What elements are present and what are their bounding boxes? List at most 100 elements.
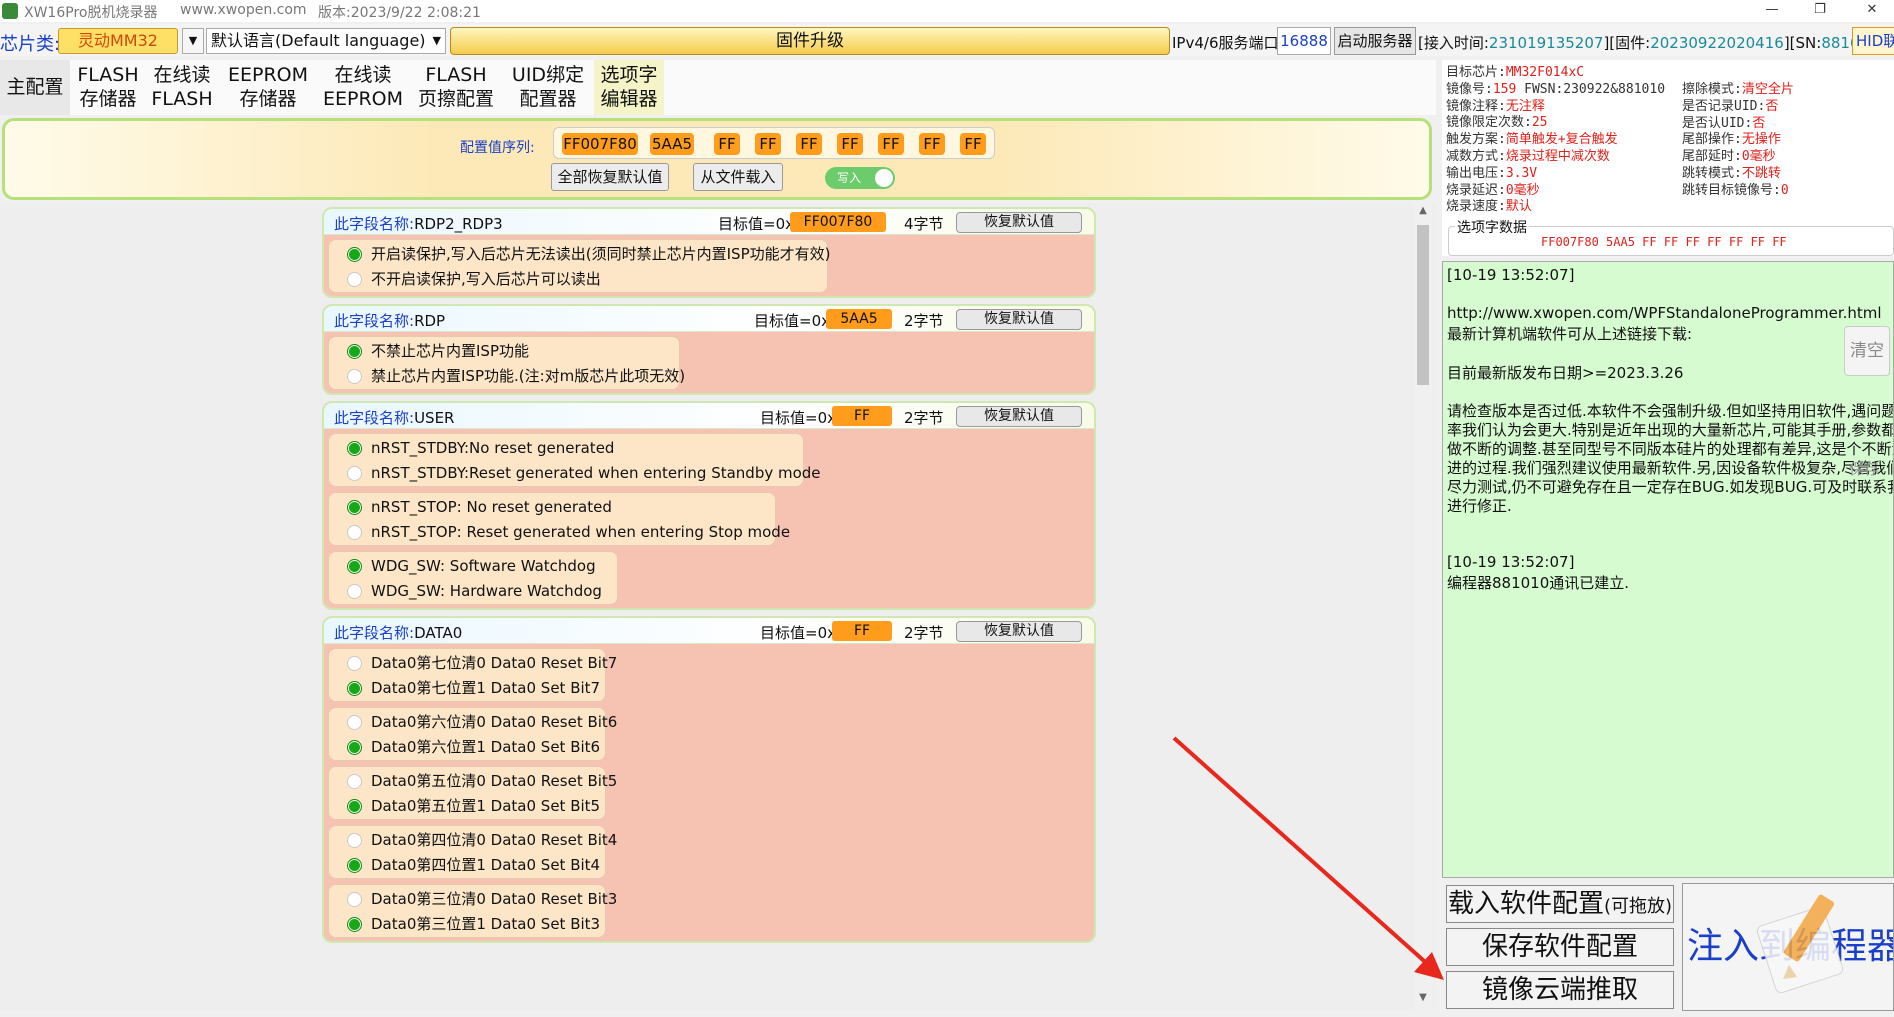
load-config-button[interactable]: 载入软件配置(可拖放) — [1446, 885, 1674, 923]
radio-empty-icon[interactable] — [347, 774, 362, 789]
field-target-value[interactable]: 5AA5 — [826, 309, 892, 329]
tab-flash-memory[interactable]: FLASH 存储器 — [72, 60, 144, 115]
radio-option[interactable]: Data0第六位置1 Data0 Set Bit6 — [329, 734, 607, 760]
radio-option[interactable]: 开启读保护,写入后芯片无法读出(须同时禁止芯片内置ISP功能才有效) — [329, 241, 830, 267]
radio-option-label: Data0第六位清0 Data0 Reset Bit6 — [371, 713, 618, 731]
tab-online-read-flash[interactable]: 在线读 FLASH — [146, 60, 218, 115]
radio-option[interactable]: nRST_STOP: No reset generated — [329, 494, 777, 520]
radio-selected-icon[interactable] — [347, 247, 362, 262]
radio-selected-icon[interactable] — [347, 858, 362, 873]
radio-option-label: nRST_STOP: No reset generated — [371, 498, 612, 516]
tab-eeprom-memory[interactable]: EEPROM 存储器 — [220, 60, 316, 115]
radio-option[interactable]: nRST_STDBY:No reset generated — [329, 435, 805, 461]
firmware-upgrade-button[interactable]: 固件升级 — [450, 27, 1170, 55]
hid-connect-button[interactable]: HID联 — [1852, 27, 1894, 55]
chip-type-select[interactable]: 灵动MM32 — [58, 28, 178, 54]
vertical-scrollbar[interactable]: ▲ ▼ — [1414, 203, 1432, 1010]
close-button[interactable]: ✕ — [1852, 0, 1892, 22]
radio-option[interactable]: WDG_SW: Hardware Watchdog — [329, 578, 619, 604]
radio-option[interactable]: Data0第三位置1 Data0 Set Bit3 — [329, 911, 607, 937]
minimize-button[interactable]: — — [1752, 0, 1792, 22]
radio-empty-icon[interactable] — [347, 833, 362, 848]
radio-option-label: Data0第七位清0 Data0 Reset Bit7 — [371, 654, 618, 672]
restore-all-defaults-button[interactable]: 全部恢复默认值 — [551, 163, 669, 191]
service-port-input[interactable]: 16888 — [1277, 27, 1331, 55]
cloud-fetch-button[interactable]: 镜像云端推取 — [1446, 971, 1674, 1009]
radio-option[interactable]: nRST_STOP: Reset generated when entering… — [329, 519, 790, 545]
radio-option[interactable]: Data0第六位清0 Data0 Reset Bit6 — [329, 709, 617, 735]
radio-option[interactable]: 不开启读保护,写入后芯片可以读出 — [329, 266, 829, 292]
tab-flash-page-erase[interactable]: FLASH 页擦配置 — [410, 60, 502, 115]
radio-option[interactable]: Data0第七位清0 Data0 Reset Bit7 — [329, 650, 617, 676]
radio-empty-icon[interactable] — [347, 466, 362, 481]
radio-option[interactable]: nRST_STDBY:Reset generated when entering… — [329, 460, 821, 486]
tab-label: 编辑器 — [600, 88, 658, 110]
sequence-value[interactable]: FF — [919, 133, 945, 155]
radio-option[interactable]: Data0第四位清0 Data0 Reset Bit4 — [329, 827, 617, 853]
sequence-value[interactable]: FF — [960, 133, 986, 155]
write-toggle[interactable]: 写入 — [825, 167, 895, 189]
radio-option[interactable]: 不禁止芯片内置ISP功能 — [329, 338, 681, 364]
sequence-value[interactable]: FF007F80 — [562, 133, 638, 155]
radio-option[interactable]: Data0第五位置1 Data0 Set Bit5 — [329, 793, 607, 819]
restore-button[interactable]: ❐ — [1800, 0, 1840, 22]
radio-selected-icon[interactable] — [347, 917, 362, 932]
sequence-value[interactable]: FF — [714, 133, 740, 155]
radio-empty-icon[interactable] — [347, 525, 362, 540]
sequence-value[interactable]: FF — [796, 133, 822, 155]
tab-online-read-eeprom[interactable]: 在线读 EEPROM — [318, 60, 408, 115]
tab-label: UID绑定 — [511, 64, 585, 86]
radio-selected-icon[interactable] — [347, 681, 362, 696]
tab-uid-binding[interactable]: UID绑定 配置器 — [504, 60, 592, 115]
radio-option[interactable]: WDG_SW: Software Watchdog — [329, 553, 619, 579]
restore-default-button[interactable]: 恢复默认值 — [956, 309, 1082, 330]
site-url: www.xwopen.com — [180, 2, 307, 18]
option-group: nRST_STDBY:No reset generated nRST_STDBY:… — [328, 433, 821, 487]
radio-option[interactable]: Data0第三位清0 Data0 Reset Bit3 — [329, 886, 617, 912]
restore-default-button[interactable]: 恢复默认值 — [956, 212, 1082, 233]
save-log-label[interactable]: 保存 — [1849, 458, 1879, 479]
start-server-button[interactable]: 启动服务器 — [1334, 27, 1416, 55]
sequence-values: FF007F80 5AA5 FF FF FF FF FF FF FF — [553, 127, 995, 159]
radio-empty-icon[interactable] — [347, 656, 362, 671]
restore-default-button[interactable]: 恢复默认值 — [956, 406, 1082, 427]
chevron-down-icon[interactable]: ▼ — [182, 28, 204, 54]
radio-empty-icon[interactable] — [347, 892, 362, 907]
field-target-label: 目标值=0x — [718, 215, 794, 233]
field-target-value[interactable]: FF — [832, 406, 892, 426]
log-output[interactable]: [10-19 13:52:07] http://www.xwopen.com/WP… — [1442, 261, 1894, 878]
tab-option-byte-editor[interactable]: 选项字 编辑器 — [594, 60, 664, 115]
load-from-file-button[interactable]: 从文件载入 — [693, 163, 783, 191]
option-group: nRST_STOP: No reset generated nRST_STOP: … — [328, 492, 790, 546]
language-select[interactable]: 默认语言(Default language) ▼ — [206, 28, 446, 54]
field-name: 此字段名称:RDP2_RDP3 — [334, 215, 503, 233]
radio-selected-icon[interactable] — [347, 344, 362, 359]
field-target-value[interactable]: FF — [832, 621, 892, 641]
tab-main-config[interactable]: 主配置 — [0, 60, 70, 115]
sequence-value[interactable]: 5AA5 — [650, 133, 694, 155]
radio-empty-icon[interactable] — [347, 584, 362, 599]
radio-empty-icon[interactable] — [347, 272, 362, 287]
restore-default-button[interactable]: 恢复默认值 — [956, 621, 1082, 642]
scroll-down-icon[interactable]: ▼ — [1414, 992, 1432, 1008]
radio-selected-icon[interactable] — [347, 441, 362, 456]
radio-empty-icon[interactable] — [347, 369, 362, 384]
radio-empty-icon[interactable] — [347, 715, 362, 730]
radio-selected-icon[interactable] — [347, 500, 362, 515]
radio-option[interactable]: 禁止芯片内置ISP功能.(注:对m版芯片此项无效) — [329, 363, 685, 389]
scroll-up-icon[interactable]: ▲ — [1414, 205, 1432, 221]
scrollbar-thumb[interactable] — [1417, 225, 1429, 385]
radio-selected-icon[interactable] — [347, 740, 362, 755]
sequence-value[interactable]: FF — [878, 133, 904, 155]
radio-selected-icon[interactable] — [347, 559, 362, 574]
clear-log-button[interactable]: 清空 — [1844, 326, 1890, 376]
sequence-value[interactable]: FF — [837, 133, 863, 155]
radio-option[interactable]: Data0第四位置1 Data0 Set Bit4 — [329, 852, 607, 878]
radio-selected-icon[interactable] — [347, 799, 362, 814]
save-config-button[interactable]: 保存软件配置 — [1446, 928, 1674, 966]
sequence-value[interactable]: FF — [755, 133, 781, 155]
field-target-value[interactable]: FF007F80 — [790, 212, 886, 232]
radio-option[interactable]: Data0第七位置1 Data0 Set Bit7 — [329, 675, 607, 701]
radio-option[interactable]: Data0第五位清0 Data0 Reset Bit5 — [329, 768, 617, 794]
log-line: 尽力测试,仍不可避免存在且一定存在BUG.如发现BUG.可及时联系我 — [1447, 478, 1894, 497]
